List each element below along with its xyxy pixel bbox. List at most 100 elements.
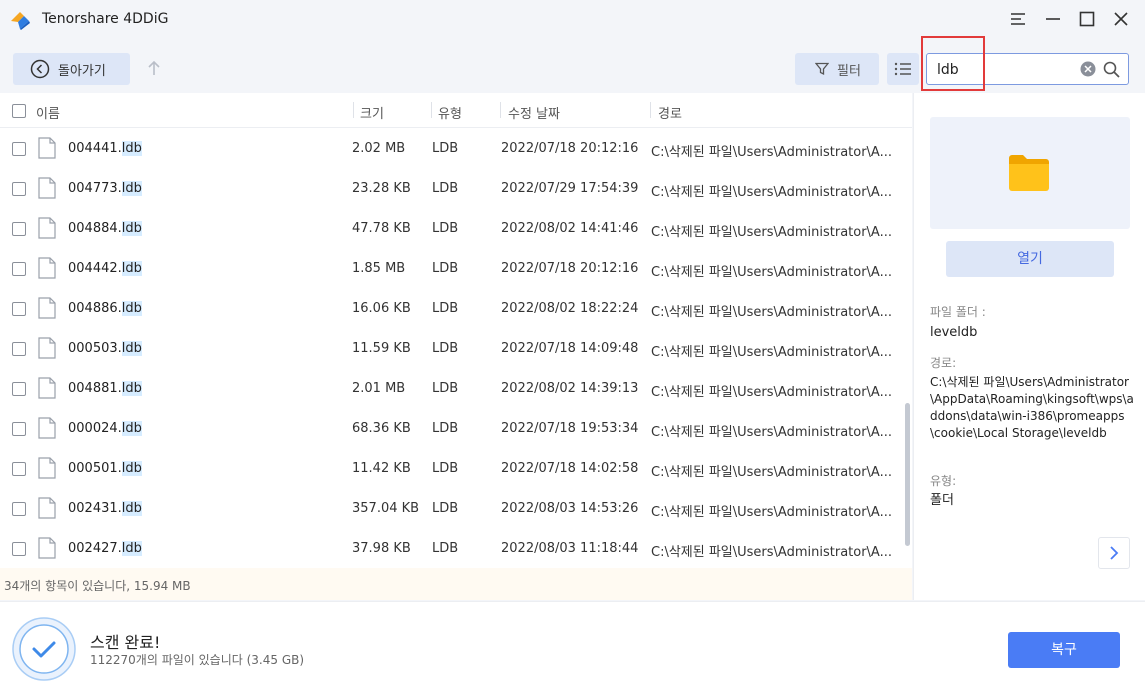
file-size: 1.85 MB: [352, 261, 406, 276]
list-view-icon: [894, 62, 911, 76]
column-header-date[interactable]: 수정 날짜: [508, 103, 560, 122]
folder-label: 파일 폴더 :: [930, 305, 986, 319]
file-name: 002431.ldb: [68, 501, 142, 516]
file-name: 000503.ldb: [68, 341, 142, 356]
file-name: 000024.ldb: [68, 421, 142, 436]
column-header-type[interactable]: 유형: [438, 103, 462, 122]
file-type: LDB: [432, 381, 459, 396]
file-name: 004442.ldb: [68, 261, 142, 276]
file-icon: [38, 457, 56, 479]
file-icon: [38, 137, 56, 159]
file-date: 2022/08/03 14:53:26: [501, 501, 639, 516]
file-date: 2022/08/02 14:41:46: [501, 221, 639, 236]
next-button[interactable]: [1098, 537, 1130, 569]
back-arrow-icon: [30, 59, 50, 79]
file-size: 357.04 KB: [352, 501, 420, 516]
maximize-icon[interactable]: [1074, 6, 1100, 32]
path-value: C:\삭제된 파일\Users\Administrator\AppData\Ro…: [930, 375, 1134, 440]
row-checkbox[interactable]: [12, 222, 26, 236]
file-date: 2022/07/18 14:09:48: [501, 341, 639, 356]
back-button-label: 돌아가기: [58, 63, 106, 79]
table-row[interactable]: 004881.ldb 2.01 MB LDB 2022/08/02 14:39:…: [0, 368, 905, 408]
file-path: C:\삭제된 파일\Users\Administrator\A...: [651, 305, 891, 320]
file-size: 11.42 KB: [352, 461, 411, 476]
row-checkbox[interactable]: [12, 422, 26, 436]
table-row[interactable]: 004886.ldb 16.06 KB LDB 2022/08/02 18:22…: [0, 288, 905, 328]
close-icon[interactable]: [1108, 6, 1134, 32]
back-button[interactable]: 돌아가기: [13, 53, 130, 85]
file-path: C:\삭제된 파일\Users\Administrator\A...: [651, 185, 891, 200]
row-checkbox[interactable]: [12, 142, 26, 156]
row-checkbox[interactable]: [12, 342, 26, 356]
select-all-checkbox[interactable]: [12, 104, 26, 118]
minimize-icon[interactable]: [1040, 6, 1066, 32]
column-divider[interactable]: [353, 102, 354, 118]
file-type: LDB: [432, 221, 459, 236]
file-name: 000501.ldb: [68, 461, 142, 476]
table-row[interactable]: 004884.ldb 47.78 KB LDB 2022/08/02 14:41…: [0, 208, 905, 248]
column-header-name[interactable]: 이름: [36, 103, 60, 122]
recover-button[interactable]: 복구: [1008, 632, 1120, 668]
filter-button[interactable]: 필터: [795, 53, 879, 85]
file-path: C:\삭제된 파일\Users\Administrator\A...: [651, 225, 891, 240]
column-header-size[interactable]: 크기: [360, 103, 384, 122]
file-size: 23.28 KB: [352, 181, 411, 196]
row-checkbox[interactable]: [12, 302, 26, 316]
row-checkbox[interactable]: [12, 382, 26, 396]
table-row[interactable]: 002427.ldb 37.98 KB LDB 2022/08/03 11:18…: [0, 528, 905, 568]
item-count-text: 34개의 항목이 있습니다, 15.94 MB: [4, 579, 191, 593]
file-path: C:\삭제된 파일\Users\Administrator\A...: [651, 505, 891, 520]
file-name: 004441.ldb: [68, 141, 142, 156]
table-row[interactable]: 004773.ldb 23.28 KB LDB 2022/07/29 17:54…: [0, 168, 905, 208]
table-row[interactable]: 000501.ldb 11.42 KB LDB 2022/07/18 14:02…: [0, 448, 905, 488]
file-icon: [38, 537, 56, 559]
search-box: [926, 53, 1129, 85]
file-type: LDB: [432, 301, 459, 316]
folder-icon: [1009, 155, 1049, 191]
file-name: 002427.ldb: [68, 541, 142, 556]
column-divider[interactable]: [500, 102, 501, 118]
search-input[interactable]: [937, 59, 1077, 81]
file-size: 68.36 KB: [352, 421, 411, 436]
row-checkbox[interactable]: [12, 502, 26, 516]
file-path: C:\삭제된 파일\Users\Administrator\A...: [651, 265, 891, 280]
table-row[interactable]: 000024.ldb 68.36 KB LDB 2022/07/18 19:53…: [0, 408, 905, 448]
table-row[interactable]: 004441.ldb 2.02 MB LDB 2022/07/18 20:12:…: [0, 128, 905, 168]
row-checkbox[interactable]: [12, 262, 26, 276]
list-view-button[interactable]: [887, 53, 919, 85]
file-size: 47.78 KB: [352, 221, 411, 236]
row-checkbox[interactable]: [12, 462, 26, 476]
app-logo-icon: [11, 12, 30, 30]
column-divider[interactable]: [431, 102, 432, 118]
file-date: 2022/07/18 20:12:16: [501, 261, 639, 276]
open-button[interactable]: 열기: [946, 241, 1114, 277]
file-date: 2022/07/18 19:53:34: [501, 421, 639, 436]
vertical-scrollbar[interactable]: [905, 403, 910, 546]
preview-panel: 열기 파일 폴더 : leveldb 경로: C:\삭제된 파일\Users\A…: [913, 93, 1145, 600]
file-type: LDB: [432, 141, 459, 156]
file-date: 2022/07/18 14:02:58: [501, 461, 639, 476]
file-name: 004773.ldb: [68, 181, 142, 196]
file-icon: [38, 497, 56, 519]
search-icon[interactable]: [1103, 61, 1120, 78]
status-subtitle: 112270개의 파일이 있습니다 (3.45 GB): [90, 653, 305, 667]
table-row[interactable]: 002431.ldb 357.04 KB LDB 2022/08/03 14:5…: [0, 488, 905, 528]
column-divider[interactable]: [650, 102, 651, 118]
clear-search-icon[interactable]: [1080, 61, 1096, 77]
file-icon: [38, 217, 56, 239]
row-checkbox[interactable]: [12, 542, 26, 556]
file-path: C:\삭제된 파일\Users\Administrator\A...: [651, 465, 891, 480]
file-list-header: 이름 크기 유형 수정 날짜 경로: [0, 93, 912, 128]
row-checkbox[interactable]: [12, 182, 26, 196]
file-path: C:\삭제된 파일\Users\Administrator\A...: [651, 145, 891, 160]
table-row[interactable]: 000503.ldb 11.59 KB LDB 2022/07/18 14:09…: [0, 328, 905, 368]
scan-complete-icon: [12, 617, 76, 681]
file-size: 11.59 KB: [352, 341, 411, 356]
table-row[interactable]: 004442.ldb 1.85 MB LDB 2022/07/18 20:12:…: [0, 248, 905, 288]
file-type: LDB: [432, 501, 459, 516]
column-header-path[interactable]: 경로: [658, 103, 682, 122]
menu-icon[interactable]: [1005, 6, 1031, 32]
up-arrow-icon[interactable]: [146, 58, 162, 78]
file-icon: [38, 177, 56, 199]
file-name: 004886.ldb: [68, 301, 142, 316]
